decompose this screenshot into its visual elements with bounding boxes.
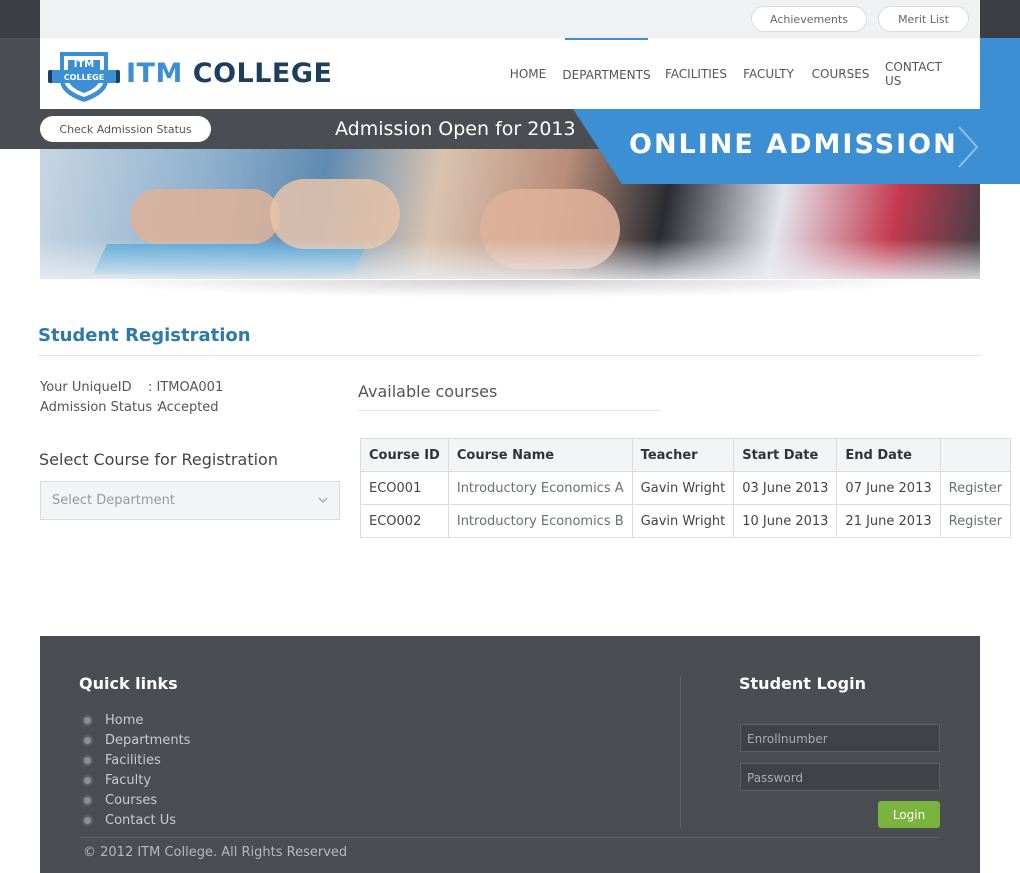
enroll-number-input[interactable]: Enrollnumber: [740, 724, 940, 752]
top-right-band: [980, 0, 1020, 38]
end-date-cell: 21 June 2013: [836, 504, 941, 538]
logo-badge-bottom: COLLEGE: [64, 73, 104, 82]
quick-link-label: Facilities: [105, 752, 161, 768]
column-header: Teacher: [631, 438, 735, 472]
table-row: ECO001 Introductory Economics A Gavin Wr…: [360, 471, 1012, 505]
online-admission-banner[interactable]: ONLINE ADMISSION: [573, 109, 980, 184]
page-title: Student Registration: [38, 325, 251, 346]
quick-links-heading: Quick links: [79, 674, 178, 693]
quick-link-label: Contact Us: [105, 812, 176, 828]
quick-link-label: Departments: [105, 732, 191, 748]
chevron-right-icon: [958, 126, 979, 168]
quick-link-facilities[interactable]: Facilities: [80, 750, 190, 770]
login-button[interactable]: Login: [878, 801, 940, 828]
top-left-band: [0, 0, 40, 38]
chevron-down-icon: [318, 497, 328, 503]
admission-status-value: Accepted: [158, 400, 219, 415]
hero-shadow: [70, 280, 950, 298]
logo-badge-top: ITM: [74, 59, 95, 70]
site-header: ITM COLLEGE ITM COLLEGE HOME DEPARTMENTS…: [40, 38, 980, 109]
column-header: Course Name: [447, 438, 633, 472]
available-courses-heading: Available courses: [358, 382, 498, 401]
teacher-cell: Gavin Wright: [631, 471, 735, 505]
nav-departments[interactable]: DEPARTMENTS: [562, 38, 651, 109]
quick-link-contact-us[interactable]: Contact Us: [80, 810, 190, 830]
bullet-icon: [82, 734, 93, 746]
register-link[interactable]: Register: [939, 504, 1012, 538]
column-header: End Date: [836, 438, 941, 472]
achievements-button[interactable]: Achievements: [751, 6, 867, 32]
site-logo-text[interactable]: ITM COLLEGE: [126, 58, 332, 89]
column-header: [939, 438, 1012, 472]
start-date-cell: 03 June 2013: [733, 471, 838, 505]
divider: [38, 355, 980, 356]
admission-status-label: Admission Status :: [40, 400, 161, 415]
student-login-heading: Student Login: [739, 674, 866, 693]
nav-faculty[interactable]: FACULTY: [741, 38, 796, 109]
quick-links-list: Home Departments Facilities Faculty Cour…: [80, 710, 190, 830]
footer-divider: [680, 676, 681, 828]
select-course-heading: Select Course for Registration: [39, 450, 278, 469]
quick-link-home[interactable]: Home: [80, 710, 190, 730]
quick-link-label: Faculty: [105, 772, 152, 788]
quick-link-label: Home: [105, 712, 144, 728]
divider: [358, 410, 660, 411]
logo-text-itm: ITM: [126, 58, 183, 89]
nav-contact-us[interactable]: CONTACT US: [885, 38, 962, 109]
top-utility-bar: Achievements Merit List: [40, 0, 980, 38]
nav-home[interactable]: HOME: [506, 38, 550, 109]
course-id-cell: ECO002: [360, 504, 449, 538]
table-row: ECO002 Introductory Economics B Gavin Wr…: [360, 504, 1012, 538]
bullet-icon: [82, 754, 93, 766]
table-header-row: Course ID Course Name Teacher Start Date…: [360, 438, 1012, 472]
bullet-icon: [82, 714, 93, 726]
column-header: Start Date: [733, 438, 838, 472]
footer-divider: [80, 837, 940, 838]
copyright-text: © 2012 ITM College. All Rights Reserved: [83, 845, 348, 860]
quick-link-faculty[interactable]: Faculty: [80, 770, 190, 790]
quick-link-label: Courses: [105, 792, 158, 808]
nav-courses[interactable]: COURSES: [812, 38, 870, 109]
quick-link-courses[interactable]: Courses: [80, 790, 190, 810]
course-name-link[interactable]: Introductory Economics B: [447, 504, 633, 538]
online-admission-text: ONLINE ADMISSION: [629, 129, 958, 160]
unique-id-label: Your UniqueID: [40, 380, 132, 395]
course-id-cell: ECO001: [360, 471, 449, 505]
bullet-icon: [82, 794, 93, 806]
password-input[interactable]: Password: [740, 763, 940, 791]
unique-id-value: : ITMOA001: [148, 380, 224, 395]
bullet-icon: [82, 814, 93, 826]
college-logo-icon[interactable]: ITM COLLEGE: [46, 46, 122, 104]
start-date-cell: 10 June 2013: [733, 504, 838, 538]
check-admission-status-button[interactable]: Check Admission Status: [40, 116, 211, 142]
hero-photo-desk: [40, 239, 980, 279]
register-link[interactable]: Register: [939, 471, 1012, 505]
bullet-icon: [82, 774, 93, 786]
nav-facilities[interactable]: FACILITIES: [665, 38, 727, 109]
courses-table: Course ID Course Name Teacher Start Date…: [360, 438, 1012, 538]
hero-photo-hand: [130, 189, 280, 244]
department-select-placeholder: Select Department: [52, 493, 175, 508]
end-date-cell: 07 June 2013: [836, 471, 941, 505]
merit-list-button[interactable]: Merit List: [878, 6, 969, 32]
logo-text-college: COLLEGE: [192, 58, 333, 89]
department-select[interactable]: Select Department: [40, 481, 340, 520]
site-footer: Quick links Home Departments Facilities …: [40, 636, 980, 873]
banner-blue-edge: [980, 38, 1020, 184]
teacher-cell: Gavin Wright: [631, 504, 735, 538]
admission-open-text: Admission Open for 2013: [335, 118, 576, 140]
quick-link-departments[interactable]: Departments: [80, 730, 190, 750]
course-name-link[interactable]: Introductory Economics A: [447, 471, 633, 505]
column-header: Course ID: [360, 438, 449, 472]
